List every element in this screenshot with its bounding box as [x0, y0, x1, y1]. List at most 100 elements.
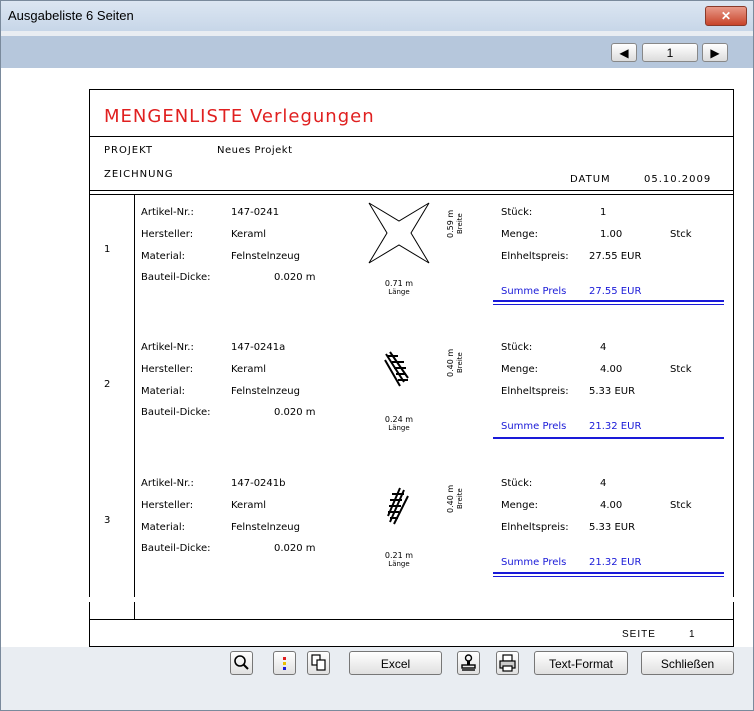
material-value: Felnstelnzeug: [231, 522, 300, 533]
laenge-label: Länge: [388, 288, 410, 296]
menge-value: 4.00: [600, 500, 623, 511]
summe-label: Summe Prels: [501, 421, 567, 432]
summe-underline: [493, 437, 724, 439]
stamp-button[interactable]: [457, 651, 480, 675]
menge-unit: Stck: [670, 364, 692, 375]
menge-value: 4.00: [600, 364, 623, 375]
next-page-button[interactable]: ▶: [702, 43, 728, 62]
colors-button[interactable]: [273, 651, 296, 675]
artikel-label: Artikel-Nr.:: [141, 342, 194, 353]
close-button[interactable]: Schließen: [641, 651, 734, 675]
stueck-label: Stück:: [501, 478, 533, 489]
report-page: MENGENLISTE Verlegungen PROJEKT Neues Pr…: [89, 89, 734, 644]
laenge-value: 0.21 m: [384, 551, 414, 560]
divider: [90, 190, 733, 191]
material-label: Material:: [141, 251, 185, 262]
printer-icon: [499, 654, 516, 672]
artikel-value: 147-0241b: [231, 478, 286, 489]
tile-shape-star-icon: [368, 202, 430, 264]
stueck-label: Stück:: [501, 342, 533, 353]
divider: [90, 194, 733, 195]
button-bar: Excel Text-Format Schließen: [1, 647, 753, 710]
menge-label: Menge:: [501, 364, 538, 375]
hersteller-label: Hersteller:: [141, 229, 194, 240]
stueck-value: 4: [600, 342, 607, 353]
page-navigation-bar: ◀ 1 ▶: [1, 36, 753, 68]
laenge-value: 0.24 m: [384, 415, 414, 424]
summe-underline: [493, 304, 724, 305]
zoom-button[interactable]: [230, 651, 253, 675]
tile-shape-hatched-icon: [387, 487, 409, 525]
summe-underline: [493, 300, 724, 302]
zeichnung-label: ZEICHNUNG: [104, 169, 174, 180]
window-title: Ausgabeliste 6 Seiten: [8, 8, 134, 23]
item-number: 2: [104, 379, 111, 390]
datum-value: 05.10.2009: [644, 174, 712, 185]
table-column-separator: [134, 602, 135, 619]
material-value: Felnstelnzeug: [231, 386, 300, 397]
page-number-field[interactable]: 1: [642, 43, 698, 62]
stueck-label: Stück:: [501, 207, 533, 218]
summe-label: Summe Prels: [501, 557, 567, 568]
material-value: Felnstelnzeug: [231, 251, 300, 262]
tile-shape-hatched-icon: [384, 351, 409, 387]
dicke-value: 0.020 m: [274, 543, 316, 554]
menge-label: Menge:: [501, 500, 538, 511]
dicke-value: 0.020 m: [274, 272, 316, 283]
item-number: 1: [104, 244, 111, 255]
stueck-value: 1: [600, 207, 607, 218]
einheitspreis-value: 27.55 EUR: [589, 251, 642, 262]
projekt-value: Neues Projekt: [217, 145, 293, 156]
menge-value: 1.00: [600, 229, 623, 240]
copy-pages-icon: [311, 654, 326, 671]
laenge-label: Länge: [388, 424, 410, 432]
breite-label: Breite: [456, 488, 464, 510]
print-button[interactable]: [496, 651, 519, 675]
einheitspreis-label: Elnheltspreis:: [501, 386, 569, 397]
summe-label: Summe Prels: [501, 286, 567, 297]
hersteller-label: Hersteller:: [141, 500, 194, 511]
summe-underline: [493, 576, 724, 577]
summe-value: 21.32 EUR: [589, 557, 642, 568]
seite-value: 1: [689, 629, 696, 640]
dicke-label: Bauteil-Dicke:: [141, 272, 211, 283]
menge-label: Menge:: [501, 229, 538, 240]
table-column-separator: [134, 194, 135, 616]
laenge-label: Länge: [388, 560, 410, 568]
breite-value: 0.59 m: [446, 209, 455, 239]
menge-unit: Stck: [670, 229, 692, 240]
dicke-label: Bauteil-Dicke:: [141, 543, 211, 554]
divider: [90, 619, 733, 620]
divider: [90, 136, 733, 137]
hersteller-value: Keraml: [231, 500, 266, 511]
copy-pages-button[interactable]: [307, 651, 330, 675]
title-bar: Ausgabeliste 6 Seiten ✕: [1, 1, 753, 31]
breite-label: Breite: [456, 352, 464, 374]
datum-label: DATUM: [570, 174, 611, 185]
text-format-button[interactable]: Text-Format: [534, 651, 628, 675]
artikel-label: Artikel-Nr.:: [141, 478, 194, 489]
item-number: 3: [104, 515, 111, 526]
dicke-value: 0.020 m: [274, 407, 316, 418]
hersteller-value: Keraml: [231, 364, 266, 375]
page-footer: SEITE 1: [89, 602, 734, 647]
einheitspreis-label: Elnheltspreis:: [501, 522, 569, 533]
summe-value: 21.32 EUR: [589, 421, 642, 432]
breite-label: Breite: [456, 213, 464, 235]
document-title: MENGENLISTE Verlegungen: [104, 106, 375, 127]
close-window-button[interactable]: ✕: [705, 6, 747, 26]
excel-button[interactable]: Excel: [349, 651, 442, 675]
einheitspreis-value: 5.33 EUR: [589, 386, 636, 397]
magnifier-icon: [234, 655, 249, 670]
report-preview-area[interactable]: MENGENLISTE Verlegungen PROJEKT Neues Pr…: [1, 68, 753, 647]
prev-page-button[interactable]: ◀: [611, 43, 637, 62]
einheitspreis-label: Elnheltspreis:: [501, 251, 569, 262]
stamp-icon: [461, 654, 476, 671]
hersteller-label: Hersteller:: [141, 364, 194, 375]
einheitspreis-value: 5.33 EUR: [589, 522, 636, 533]
seite-label: SEITE: [622, 629, 656, 640]
projekt-label: PROJEKT: [104, 145, 154, 156]
hersteller-value: Keraml: [231, 229, 266, 240]
material-label: Material:: [141, 386, 185, 397]
material-label: Material:: [141, 522, 185, 533]
